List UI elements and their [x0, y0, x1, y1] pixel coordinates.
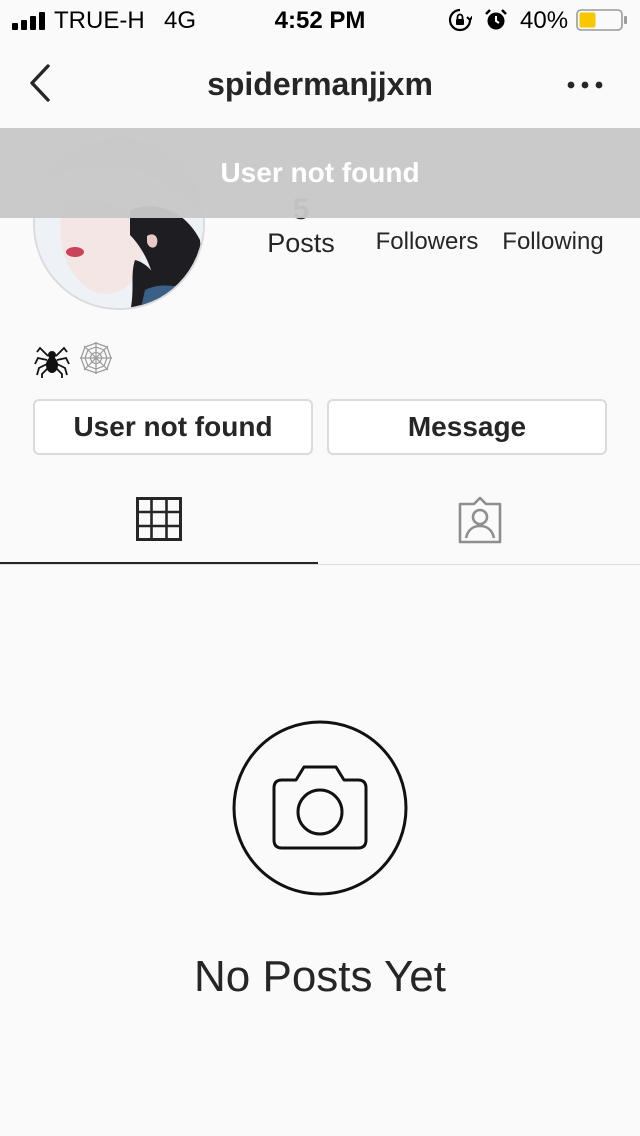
battery-percent: 40%: [520, 7, 569, 34]
more-options-button[interactable]: [562, 70, 608, 100]
spider-web-icon: [80, 342, 113, 374]
status-bar: TRUE-H 4G 4:52 PM 40%: [0, 0, 640, 40]
profile-nav-bar: spidermanjjxm: [0, 40, 640, 128]
message-button[interactable]: Message: [327, 399, 607, 455]
posts-label: Posts: [267, 228, 335, 258]
follow-button[interactable]: User not found: [33, 399, 313, 455]
alarm-icon: [485, 9, 507, 30]
tabs-divider: [0, 564, 640, 565]
followers-label: Followers: [375, 228, 479, 255]
grid-icon: [136, 497, 182, 541]
toast-message: User not found: [220, 157, 420, 188]
tagged-user-icon: [458, 496, 502, 544]
camera-icon: [232, 720, 408, 896]
tab-grid[interactable]: [0, 470, 320, 564]
following-label: Following: [502, 228, 604, 255]
orientation-lock-icon: [448, 8, 472, 32]
profile-username: spidermanjjxm: [207, 66, 433, 102]
spider-icon: [34, 346, 70, 378]
battery-icon: [576, 9, 627, 31]
profile-bio: [34, 338, 118, 378]
tab-tagged[interactable]: [320, 470, 640, 564]
empty-posts-message: No Posts Yet: [194, 952, 446, 1001]
error-toast: User not found: [0, 128, 640, 218]
